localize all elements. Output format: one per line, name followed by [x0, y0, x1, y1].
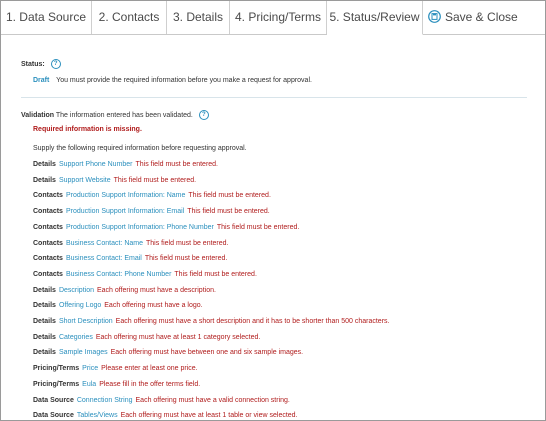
validation-item-message: This field must be entered. — [113, 176, 197, 184]
validation-item: Details Description Each offering must hav… — [33, 287, 216, 294]
validation-item-field-link[interactable]: Support Phone Number — [59, 161, 133, 168]
validation-item-field-link[interactable]: Business Contact: Name — [66, 240, 143, 247]
validation-item-section: Details — [33, 333, 56, 341]
validation-item-message: This field must be entered. — [174, 270, 257, 278]
save-close-label: Save & Close — [445, 10, 518, 24]
validation-item: Contacts Production Support Information: … — [33, 224, 299, 231]
validation-item-field-link[interactable]: Sample Images — [59, 349, 108, 356]
validation-item-field-link[interactable]: Categories — [59, 334, 93, 341]
validation-item-section: Data Source — [33, 412, 74, 420]
validation-item-section: Pricing/Terms — [33, 365, 80, 373]
validation-item: Contacts Production Support Information: … — [33, 208, 270, 215]
validation-item: Details Support Phone Number This field mu… — [33, 161, 218, 168]
validation-item-field-link[interactable]: Business Contact: Phone Number — [66, 271, 171, 278]
validation-item: Contacts Production Support Information: … — [33, 192, 271, 199]
validation-item-message: Please fill in the offer terms field. — [99, 380, 201, 388]
validation-item-section: Details — [33, 349, 56, 357]
validation-heading: Validation The information entered has b… — [21, 110, 209, 120]
validation-item-section: Contacts — [33, 255, 63, 263]
validation-item-section: Contacts — [33, 239, 63, 247]
validation-item: Data Source Connection String Each offerin… — [33, 397, 290, 404]
status-message: You must provide the required informatio… — [56, 77, 312, 84]
validation-item-message: This field must be entered. — [216, 223, 300, 231]
help-icon[interactable]: ? — [50, 59, 61, 69]
status-review-panel: Status: ? Draft You must provide the req… — [1, 35, 545, 420]
status-value: Draft — [33, 77, 50, 84]
validation-item-message: Each offering must have a valid connecti… — [135, 396, 290, 404]
tab-contacts[interactable]: 2. Contacts — [92, 1, 167, 34]
validation-item-field-link[interactable]: Support Website — [59, 177, 111, 184]
validation-item-section: Contacts — [33, 223, 63, 231]
validation-item-field-link[interactable]: Production Support Information: Email — [66, 208, 184, 215]
status-heading: Status: ? — [21, 59, 61, 69]
validation-item-message: This field must be entered. — [144, 255, 228, 263]
validation-item: Details Support Website This field must be… — [33, 177, 196, 184]
validation-item-section: Details — [33, 286, 56, 294]
validation-item-message: This field must be entered. — [187, 208, 270, 216]
validation-item: Details Short Description Each offering mu… — [33, 318, 389, 325]
validation-label: Validation — [21, 111, 55, 119]
status-label: Status: — [21, 60, 45, 68]
tab-status-review[interactable]: 5. Status/Review — [327, 1, 423, 35]
validation-item-field-link[interactable]: Production Support Information: Phone Nu… — [66, 224, 214, 231]
validation-item-message: Each offering must have between one and … — [110, 349, 304, 357]
validation-item-section: Contacts — [33, 192, 63, 200]
validation-item-message: Each offering must have a logo. — [104, 302, 203, 310]
validation-item-field-link[interactable]: Tables/Views — [77, 412, 118, 419]
validation-item-message: Please enter at least one price. — [101, 365, 198, 373]
validation-item-section: Data Source — [33, 396, 74, 404]
validation-item: Pricing/Terms Price Please enter at least … — [33, 365, 198, 372]
validation-item-section: Details — [33, 302, 56, 310]
validation-item-field-link[interactable]: Description — [59, 287, 94, 294]
validation-item-section: Details — [33, 176, 56, 184]
validation-item-section: Details — [33, 318, 56, 325]
validation-message: The information entered has been validat… — [55, 111, 193, 119]
tab-details[interactable]: 3. Details — [167, 1, 230, 34]
validation-item-message: Each offering must have at least 1 table… — [120, 412, 298, 420]
validation-item-field-link[interactable]: Business Contact: Email — [66, 255, 142, 262]
validation-item-message: Each offering must have a short descript… — [115, 318, 390, 325]
validation-item-field-link[interactable]: Price — [82, 365, 98, 372]
validation-item: Details Sample Images Each offering must h… — [33, 349, 303, 356]
help-icon[interactable]: ? — [198, 110, 209, 120]
validation-item-message: Each offering must have at least 1 categ… — [95, 333, 261, 341]
validation-item-message: Each offering must have a description. — [96, 286, 216, 294]
validation-item-section: Pricing/Terms — [33, 380, 80, 388]
status-line: Draft You must provide the required info… — [33, 77, 312, 84]
wizard-window: 1. Data Source 2. Contacts 3. Details 4.… — [0, 0, 546, 421]
tab-data-source[interactable]: 1. Data Source — [1, 1, 92, 34]
validation-item-section: Contacts — [33, 208, 63, 216]
validation-item-section: Details — [33, 161, 56, 168]
validation-item-field-link[interactable]: Connection String — [77, 397, 133, 404]
validation-item: Data Source Tables/Views Each offering mus… — [33, 412, 298, 419]
supply-instructions: Supply the following required informatio… — [33, 145, 247, 152]
tab-bar: 1. Data Source 2. Contacts 3. Details 4.… — [1, 1, 545, 35]
validation-item-message: This field must be entered. — [188, 192, 271, 200]
tab-pricing-terms[interactable]: 4. Pricing/Terms — [230, 1, 327, 34]
validation-item: Details Categories Each offering must have… — [33, 334, 260, 341]
validation-item-field-link[interactable]: Eula — [82, 381, 96, 388]
validation-item-field-link[interactable]: Short Description — [59, 318, 113, 325]
validation-item: Contacts Business Contact: Name This field… — [33, 240, 229, 247]
validation-item-message: This field must be entered. — [135, 161, 219, 168]
validation-item: Contacts Business Contact: Email This fiel… — [33, 255, 227, 262]
validation-item: Contacts Business Contact: Phone Number Th… — [33, 271, 257, 278]
missing-info-title: Required information is missing. — [33, 126, 142, 133]
validation-item-section: Contacts — [33, 270, 63, 278]
validation-item: Pricing/Terms Eula Please fill in the offe… — [33, 381, 200, 388]
divider — [21, 97, 527, 98]
validation-item-field-link[interactable]: Offering Logo — [59, 302, 101, 309]
validation-item-field-link[interactable]: Production Support Information: Name — [66, 192, 185, 199]
validation-item-message: This field must be entered. — [146, 239, 229, 247]
save-disk-icon — [428, 10, 441, 23]
validation-item: Details Offering Logo Each offering must h… — [33, 302, 203, 309]
